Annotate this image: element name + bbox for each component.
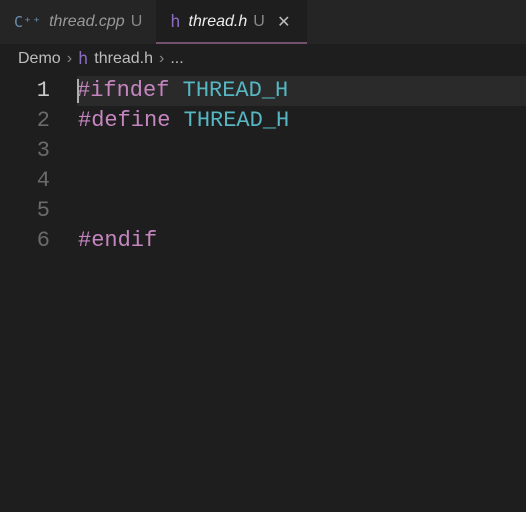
modified-indicator: U [131,13,143,31]
code-token [169,78,182,103]
line-number: 4 [0,166,50,196]
code-token: THREAD_H [184,108,290,133]
tab-label: thread.h [189,13,248,31]
code-line[interactable]: #define THREAD_H [78,106,526,136]
h-icon: h [78,49,88,69]
tab-label: thread.cpp [49,13,125,31]
code-line[interactable] [78,196,526,226]
h-icon: h [170,12,180,32]
code-editor[interactable]: 123456 #ifndef THREAD_H#define THREAD_H#… [0,74,526,256]
chevron-right-icon: › [67,50,72,68]
code-line[interactable] [78,136,526,166]
chevron-right-icon: › [159,50,164,68]
line-number: 6 [0,226,50,256]
code-token: THREAD_H [183,78,289,103]
breadcrumb-root[interactable]: Demo [18,50,61,68]
line-number: 2 [0,106,50,136]
text-cursor [77,79,79,103]
code-token [170,108,183,133]
modified-indicator: U [253,13,265,31]
line-number: 3 [0,136,50,166]
code-line[interactable] [78,166,526,196]
tab-thread-cpp[interactable]: C⁺⁺ thread.cpp U [0,0,156,44]
tabbar: C⁺⁺ thread.cpp U h thread.h U ✕ [0,0,526,44]
line-gutter: 123456 [0,76,78,256]
tab-thread-h[interactable]: h thread.h U ✕ [156,0,307,44]
code-line[interactable]: #endif [78,226,526,256]
code-line[interactable]: #ifndef THREAD_H [77,76,526,106]
breadcrumb-tail[interactable]: ... [170,50,183,68]
line-number: 1 [0,76,50,106]
code-area[interactable]: #ifndef THREAD_H#define THREAD_H#endif [78,76,526,256]
code-token: #endif [78,228,157,253]
close-icon[interactable]: ✕ [275,13,293,31]
code-token: #define [78,108,170,133]
line-number: 5 [0,196,50,226]
breadcrumb[interactable]: Demo › h thread.h › ... [0,44,526,74]
code-token: #ifndef [77,78,169,103]
cpp-icon: C⁺⁺ [14,13,41,31]
breadcrumb-file[interactable]: thread.h [94,50,153,68]
